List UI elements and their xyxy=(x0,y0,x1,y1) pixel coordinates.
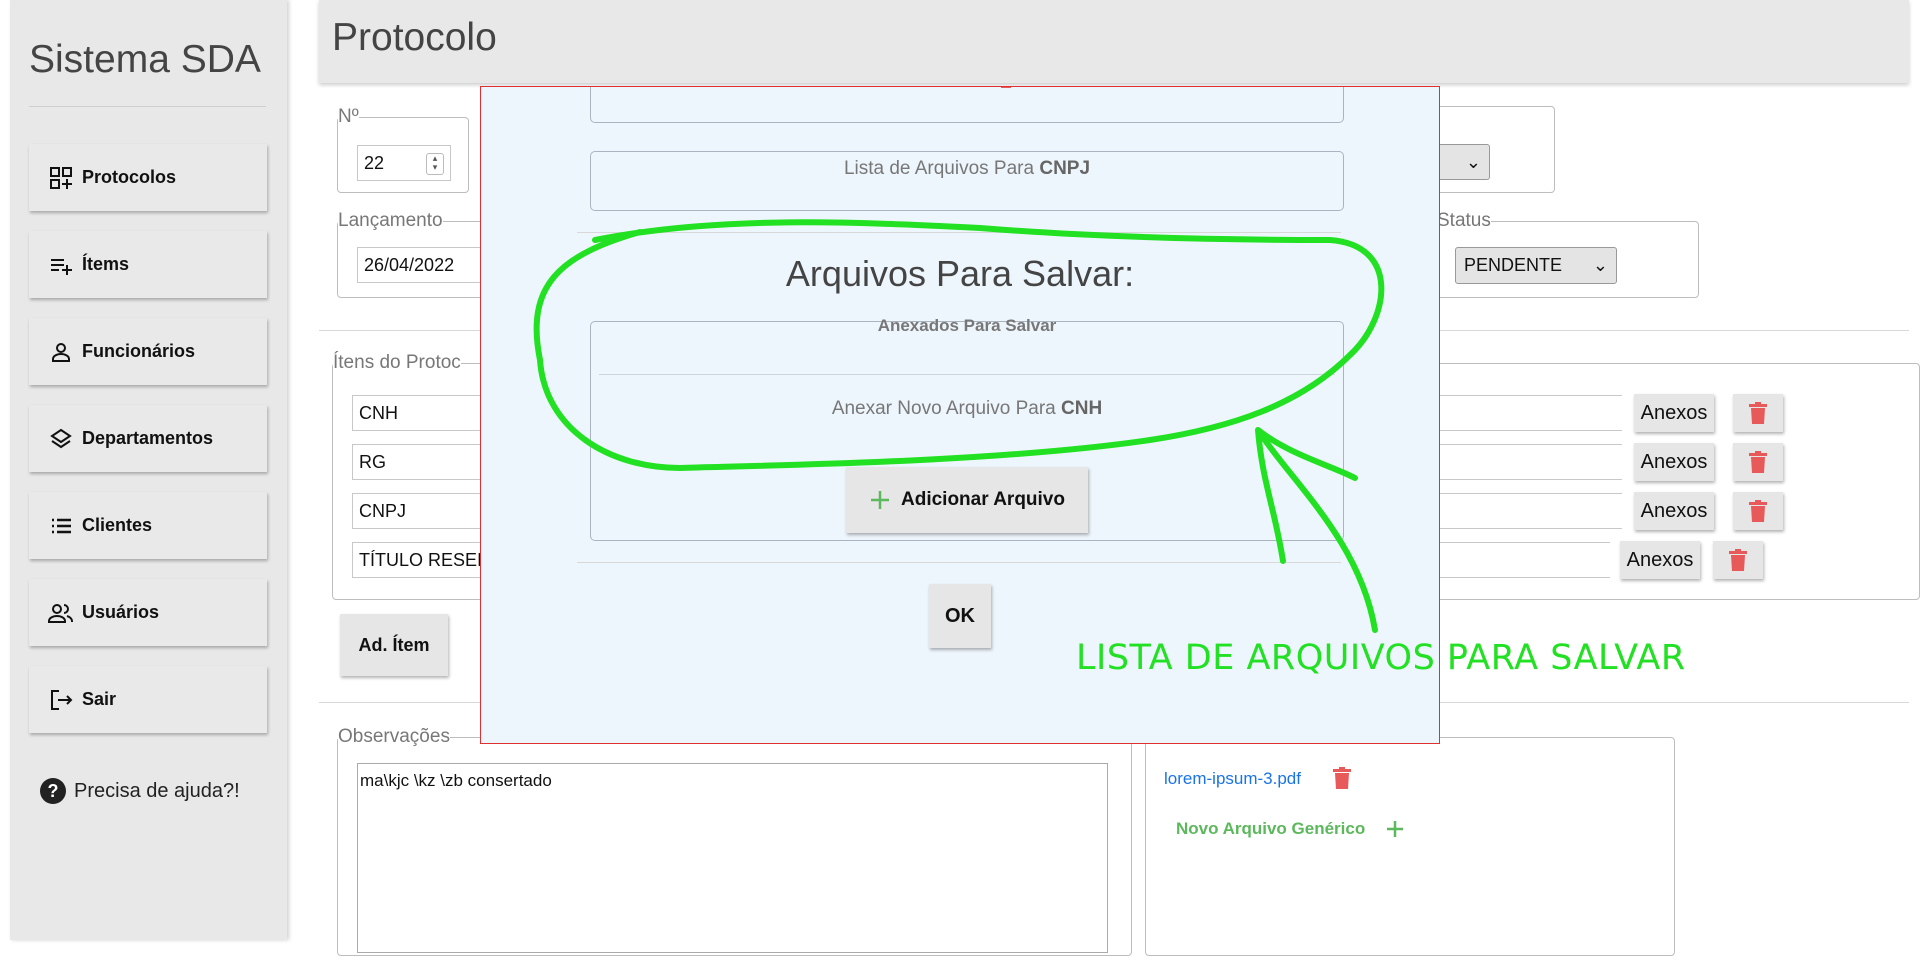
annotation-label: LISTA DE ARQUIVOS PARA SALVAR xyxy=(1076,638,1686,678)
annotation-arrow xyxy=(1255,427,1378,633)
annotation-circle xyxy=(533,219,1385,472)
annotation-overlay xyxy=(533,219,1385,633)
